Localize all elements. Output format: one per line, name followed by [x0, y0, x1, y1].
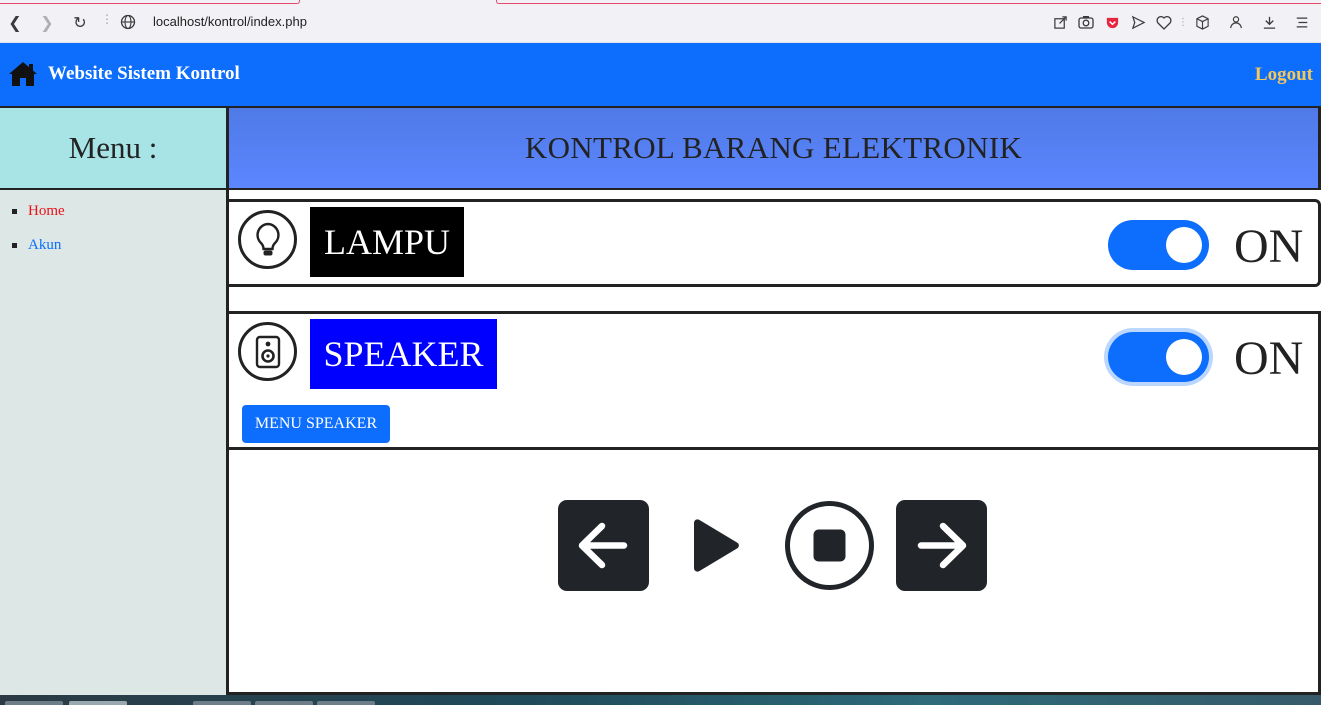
device-label-lampu: LAMPU: [310, 207, 464, 277]
sidebar-heading-text: Menu :: [68, 130, 158, 165]
separator: ⋮: [1178, 16, 1188, 28]
sidebar-heading: Menu :: [0, 106, 229, 190]
tab-strip: [0, 0, 1321, 4]
device-label-speaker: SPEAKER: [310, 319, 497, 389]
menu-speaker-button[interactable]: MENU SPEAKER: [242, 405, 390, 443]
state-lampu: ON: [1234, 220, 1304, 273]
play-icon[interactable]: [672, 500, 763, 591]
next-icon[interactable]: [896, 500, 987, 591]
tab-edge-left: [0, 0, 300, 4]
toggle-knob: [1166, 339, 1202, 375]
sidebar-link-akun[interactable]: Akun: [28, 237, 61, 253]
forward-icon[interactable]: ❯: [38, 12, 56, 32]
download-icon[interactable]: [1260, 13, 1278, 31]
navbar: Website Sistem Kontrol Logout: [0, 43, 1321, 106]
device-card-speaker: SPEAKER ON MENU SPEAKER: [229, 311, 1321, 450]
profile-icon[interactable]: [1227, 13, 1245, 31]
pocket-icon[interactable]: [1103, 13, 1121, 31]
brand-title[interactable]: Website Sistem Kontrol: [48, 63, 240, 85]
previous-icon[interactable]: [558, 500, 649, 591]
toggle-speaker[interactable]: [1108, 332, 1209, 382]
camera-icon[interactable]: [1077, 13, 1095, 31]
share-icon[interactable]: [1051, 13, 1069, 31]
taskbar-item[interactable]: [255, 701, 313, 705]
toggle-knob: [1166, 227, 1202, 263]
back-icon[interactable]: ❮: [6, 12, 24, 32]
speaker-icon: [238, 322, 297, 381]
box-icon[interactable]: [1193, 13, 1211, 31]
url-bar[interactable]: localhost/kontrol/index.php: [153, 14, 307, 29]
taskbar-item[interactable]: [69, 701, 127, 705]
reload-icon[interactable]: ↻: [71, 12, 89, 32]
stop-icon[interactable]: [784, 500, 875, 591]
sidebar-item-home: Home: [12, 202, 226, 220]
taskbar-item[interactable]: [5, 701, 63, 705]
logout-link[interactable]: Logout: [1255, 64, 1313, 86]
sidebar-menu: Home Akun: [0, 190, 226, 254]
menu-icon[interactable]: [1293, 13, 1311, 31]
sidebar-link-home[interactable]: Home: [28, 203, 65, 219]
send-icon[interactable]: [1129, 13, 1147, 31]
speaker-player: [229, 447, 1321, 695]
taskbar-item[interactable]: [317, 701, 375, 705]
heart-icon[interactable]: [1155, 13, 1173, 31]
lightbulb-icon: [238, 210, 297, 269]
main-heading: KONTROL BARANG ELEKTRONIK: [229, 106, 1321, 190]
tab-edge-right: [496, 0, 1321, 4]
sidebar: Home Akun: [0, 190, 229, 695]
taskbar-item[interactable]: [193, 701, 251, 705]
page-title: KONTROL BARANG ELEKTRONIK: [524, 130, 1023, 165]
os-taskbar-edge: [0, 695, 1321, 705]
device-card-lampu: LAMPU ON: [229, 199, 1321, 287]
separator: ⋮: [101, 12, 113, 26]
toggle-lampu[interactable]: [1108, 220, 1209, 270]
site-info-icon[interactable]: [119, 12, 137, 32]
browser-toolbar: ❮ ❯ ↻ ⋮ localhost/kontrol/index.php ⋮: [0, 0, 1321, 43]
sidebar-item-akun: Akun: [12, 236, 226, 254]
state-speaker: ON: [1234, 332, 1304, 385]
home-icon[interactable]: [8, 60, 38, 88]
